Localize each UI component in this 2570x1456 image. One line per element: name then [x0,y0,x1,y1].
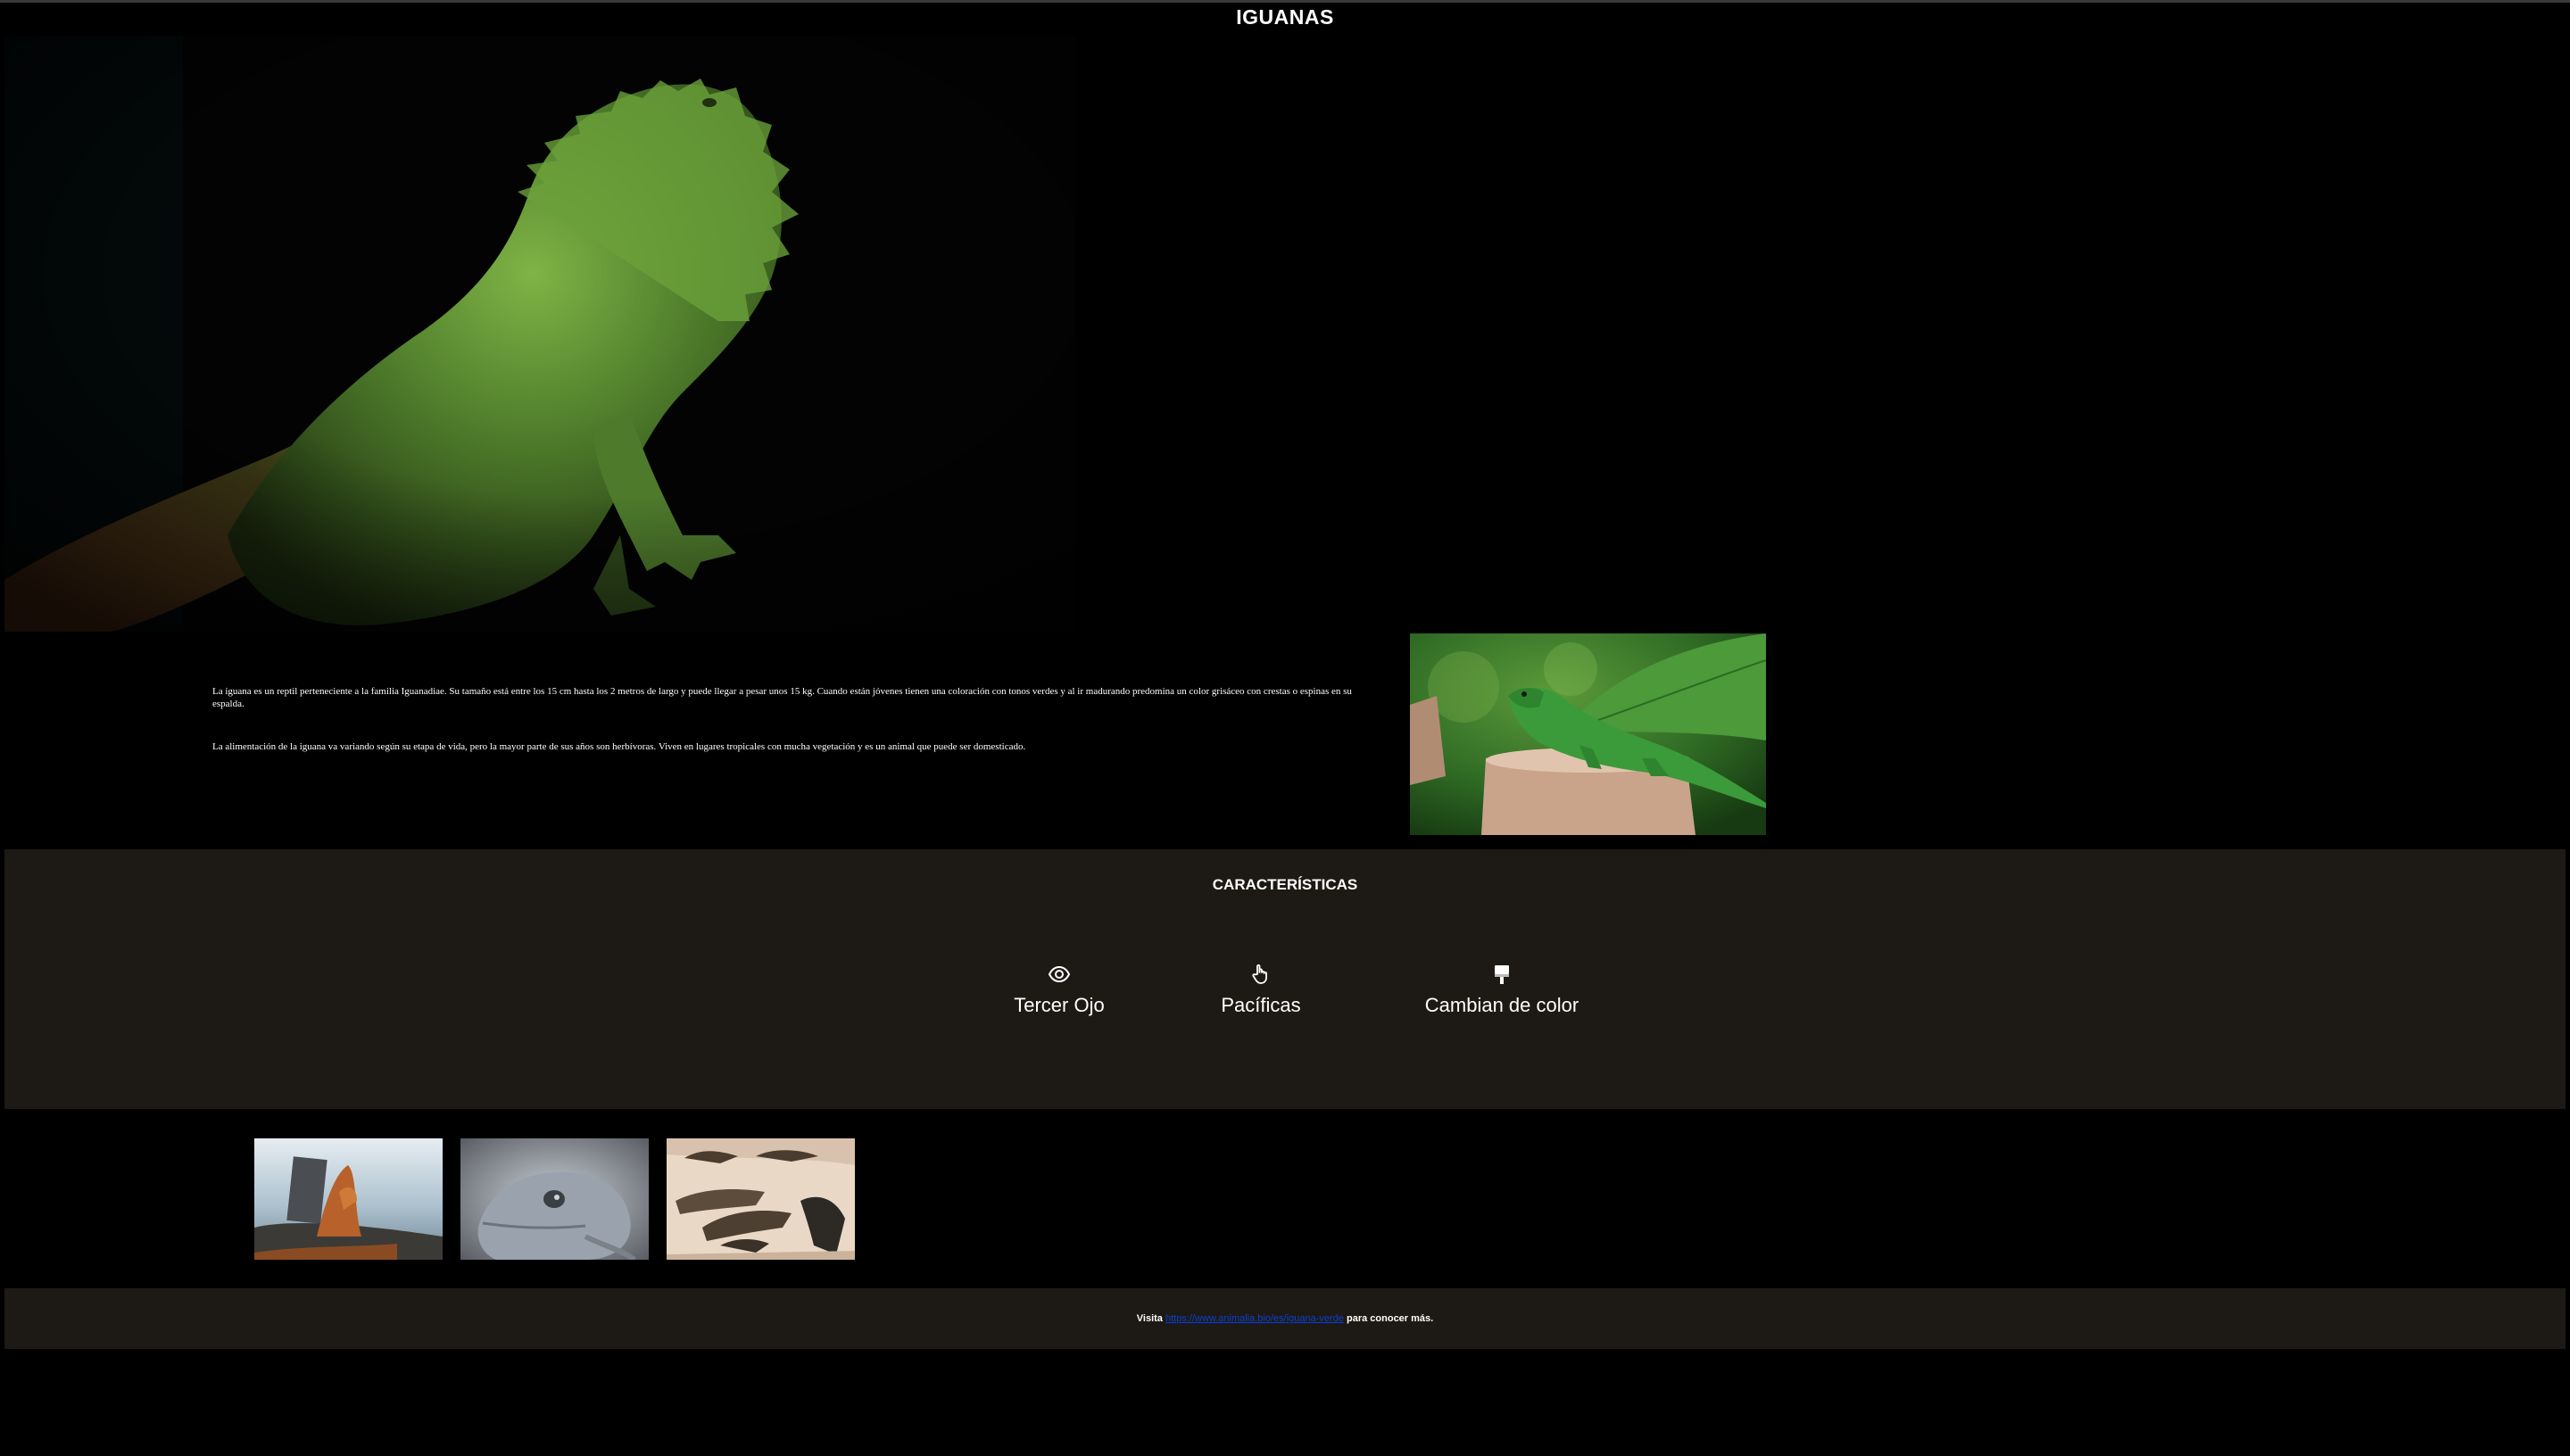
footer-prefix: Visita [1136,1313,1163,1324]
top-border [0,0,2570,3]
footer-link[interactable]: https://www.animalia.bio/es/iguana-verde [1165,1313,1344,1324]
gallery-image-iguana-shore[interactable] [254,1138,443,1260]
hand-pointer-icon [1250,964,1272,985]
feature-peaceful: Pacíficas [1203,964,1319,1017]
footer-suffix: para conocer más. [1347,1313,1434,1324]
page-title: IGUANAS [1236,5,1334,29]
iguana-on-stump-image [1410,633,1766,835]
hero-iguana-image [4,36,1075,632]
feature-color-change: Cambian de color [1417,964,1587,1017]
eye-icon [1049,964,1070,985]
feature-third-eye: Tercer Ojo [992,964,1126,1017]
features-title: CARACTERÍSTICAS [1212,876,1358,893]
intro-paragraph-2: La alimentación de la iguana va variando… [212,741,1026,752]
paint-brush-icon [1491,964,1513,985]
gallery-image-iguanas-beach[interactable] [667,1138,855,1260]
intro-paragraph-1: La iguana es un reptil perteneciente a l… [212,686,1352,709]
intro-text: La iguana es un reptil perteneciente a l… [212,685,1372,783]
feature-label: Cambian de color [1424,994,1579,1016]
features-section: CARACTERÍSTICAS Tercer Ojo Pacíficas Cam… [4,849,2566,1109]
feature-label: Pacíficas [1221,994,1301,1016]
feature-label: Tercer Ojo [1014,994,1105,1016]
footer: Visita https://www.animalia.bio/es/iguan… [4,1288,2566,1349]
gallery-image-iguana-head[interactable] [460,1138,649,1260]
